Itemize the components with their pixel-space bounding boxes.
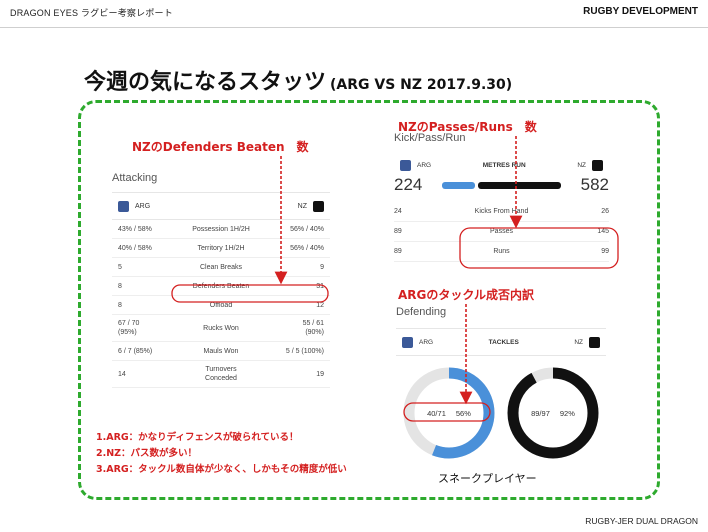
stat-cell-nz: 56% / 40% [290, 225, 324, 233]
kpr-team-right: NZ [577, 161, 586, 169]
attacking-panel: Attacking ARG NZ 43% / 58% Possession 1H/… [112, 172, 330, 388]
stat-cell-arg: 43% / 58% [118, 225, 152, 233]
stat-cell-label: Clean Breaks [199, 263, 243, 271]
annotation-defenders-beaten: NZのDefenders Beaten 数 [132, 140, 309, 154]
metres-right-value: 582 [580, 175, 609, 194]
attacking-stat-row: 5 Clean Breaks 9 [112, 258, 330, 277]
notes-list: 1.ARG：かなりディフェンスが破られている！ 2.NZ：パス数が多い！ 3.A… [96, 430, 347, 478]
stat-cell-arg: 14 [118, 370, 126, 378]
defending-team-right: NZ [574, 338, 583, 346]
metres-left-value: 224 [394, 175, 423, 194]
attacking-stat-row: 8 Offload 12 [112, 296, 330, 315]
stat-cell-label: Offload [209, 301, 233, 309]
stat-cell-label: Defenders Beaten [192, 282, 250, 290]
kpr-team-left: ARG [417, 161, 432, 169]
stat-cell-label: Rucks Won [203, 324, 239, 332]
title-main: 今週の気になるスタッツ [84, 70, 327, 95]
stat-cell-nz: 31 [316, 282, 324, 290]
arg-flag-icon [118, 200, 129, 212]
kpr-section-title: Kick/Pass/Run [394, 132, 466, 144]
stat-cell-label: Turnovers Conceded [205, 366, 237, 382]
arg-flag-icon [402, 336, 413, 348]
header-brand: RUGBY DEVELOPMENT [583, 6, 698, 17]
defending-team-left: ARG [419, 338, 434, 346]
page-title: 今週の気になるスタッツ (ARG VS NZ 2017.9.30) [84, 64, 512, 96]
kpr-cell-arg: 89 [394, 228, 402, 235]
header-divider [0, 27, 708, 28]
kpr-cell-nz: 99 [601, 248, 609, 255]
stat-cell-nz: 12 [316, 301, 324, 309]
defending-metric-label: TACKLES [488, 338, 519, 346]
stat-cell-label: Possession 1H/2H [192, 225, 250, 233]
footer-brand: RUGBY-JER DUAL DRAGON [585, 516, 698, 526]
attacking-team-row: ARG NZ [112, 192, 330, 220]
stat-cell-nz: 19 [316, 370, 324, 378]
stat-cell-nz: 55 / 61 (90%) [302, 320, 324, 336]
stat-cell-label: Mauls Won [203, 347, 239, 355]
metres-bar-arg [442, 181, 476, 189]
title-sub: (ARG VS NZ 2017.9.30) [330, 77, 513, 93]
nz-tackles-value: 89/97 [531, 408, 550, 418]
kpr-cell-arg: 24 [394, 208, 402, 215]
kpr-cell-nz: 26 [601, 208, 609, 215]
kpr-metric-label: METRES RUN [482, 161, 526, 169]
defending-header-row: ARG TACKLES NZ [396, 328, 606, 356]
note-item: 1.ARG：かなりディフェンスが破られている！ [96, 432, 299, 443]
attacking-section-title: Attacking [112, 172, 158, 184]
nz-fern-icon [589, 336, 600, 348]
stat-cell-arg: 8 [118, 301, 122, 309]
attacking-team-left: ARG [135, 202, 151, 210]
metres-run-row: 224 582 [394, 172, 609, 198]
attacking-team-right: NZ [297, 202, 307, 210]
stat-cell-nz: 56% / 40% [290, 244, 324, 252]
annotation-arg-tackles: ARGのタックル成否内訳 [398, 288, 535, 302]
attacking-stat-row: 8 Defenders Beaten 31 [112, 277, 330, 296]
stat-cell-arg: 40% / 58% [118, 244, 152, 252]
kpr-cell-label: Runs [493, 248, 510, 255]
nz-fern-icon [592, 159, 603, 171]
kpr-header-row: ARG METRES RUN NZ [394, 158, 609, 172]
attacking-stat-row: 40% / 58% Territory 1H/2H 56% / 40% [112, 239, 330, 258]
attacking-stat-row: 14 Turnovers Conceded 19 [112, 361, 330, 388]
donut-caption: スネークプレイヤー [438, 472, 537, 485]
kick-pass-run-panel: Kick/Pass/Run ARG METRES RUN NZ 224 582 … [394, 132, 609, 262]
arg-tackles-value: 40/71 [427, 408, 446, 418]
header-title: DRAGON EYES ラグビー考察レポート [10, 8, 173, 18]
stat-cell-arg: 5 [118, 263, 122, 271]
stat-cell-label: Territory 1H/2H [197, 244, 245, 252]
stat-cell-nz: 9 [320, 263, 324, 271]
nz-tackle-donut: 89/97 92% [506, 366, 600, 460]
metres-bar-nz [477, 181, 561, 189]
attacking-stat-row: 6 / 7 (85%) Mauls Won 5 / 5 (100%) [112, 342, 330, 361]
nz-tackles-pct: 92% [559, 408, 575, 418]
kpr-stat-row: 89 Runs 99 [394, 242, 609, 262]
defending-section-title: Defending [396, 306, 447, 318]
metres-run-bar [442, 181, 561, 189]
kpr-cell-nz: 145 [597, 228, 609, 235]
kpr-stat-row: 89 Passes 145 [394, 222, 609, 242]
stat-cell-arg: 6 / 7 (85%) [118, 347, 153, 355]
note-item: 2.NZ：パス数が多い！ [96, 448, 198, 459]
arg-tackle-donut: 40/71 56% [402, 366, 496, 460]
kpr-cell-arg: 89 [394, 248, 402, 255]
kpr-cell-label: Kicks From Hand [474, 208, 529, 215]
arg-flag-icon [400, 159, 411, 171]
kpr-stat-row: 24 Kicks From Hand 26 [394, 202, 609, 222]
attacking-stat-row: 67 / 70 (95%) Rucks Won 55 / 61 (90%) [112, 315, 330, 342]
stat-cell-nz: 5 / 5 (100%) [285, 347, 324, 355]
arg-tackles-pct: 56% [455, 408, 471, 418]
stat-cell-arg: 8 [118, 282, 122, 290]
attacking-stat-row: 43% / 58% Possession 1H/2H 56% / 40% [112, 220, 330, 239]
kpr-cell-label: Passes [490, 228, 513, 235]
stat-cell-arg: 67 / 70 (95%) [118, 320, 140, 336]
nz-fern-icon [313, 200, 324, 212]
defending-panel: Defending ARG TACKLES NZ [396, 306, 606, 356]
note-item: 3.ARG：タックル数自体が少なく、しかもその精度が低い [96, 464, 347, 475]
